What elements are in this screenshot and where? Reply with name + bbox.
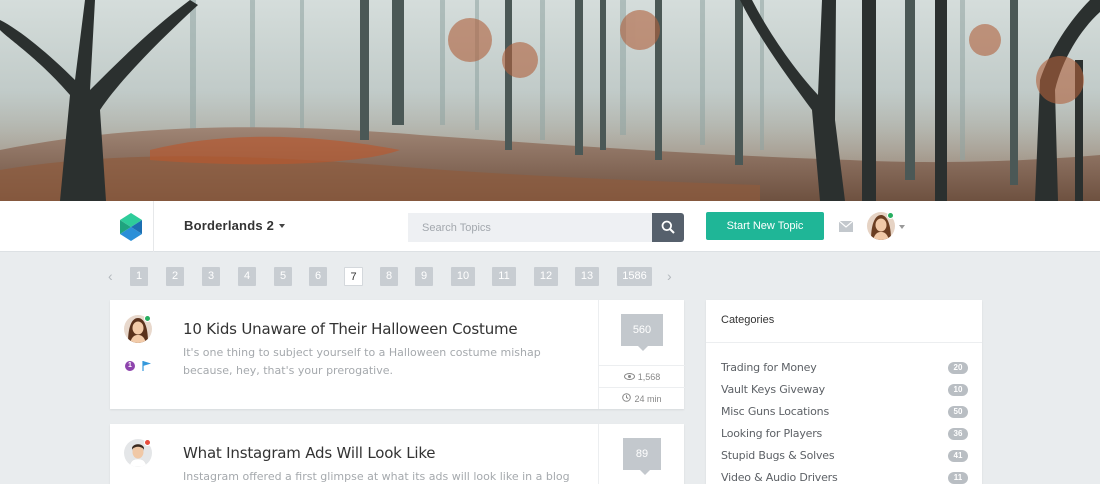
category-label: Video & Audio Drivers bbox=[721, 471, 838, 484]
page-button[interactable]: 10 bbox=[451, 267, 475, 286]
clock-icon bbox=[622, 388, 632, 410]
topic-card[interactable]: 1 10 Kids Unaware of Their Halloween Cos… bbox=[110, 300, 685, 409]
hero-banner bbox=[0, 0, 1100, 201]
category-count: 11 bbox=[948, 472, 968, 484]
next-page-icon[interactable]: › bbox=[667, 269, 672, 283]
view-count: 1,568 bbox=[599, 365, 685, 387]
category-item[interactable]: Trading for Money 20 bbox=[721, 359, 968, 377]
forum-selector[interactable]: Borderlands 2 bbox=[184, 218, 286, 233]
categories-title: Categories bbox=[721, 314, 775, 326]
category-item[interactable]: Looking for Players 36 bbox=[721, 425, 968, 443]
page-button[interactable]: 1586 bbox=[617, 267, 652, 286]
page-button[interactable]: 8 bbox=[380, 267, 398, 286]
mail-icon[interactable] bbox=[839, 221, 853, 232]
page-button[interactable]: 13 bbox=[575, 267, 599, 286]
topic-title[interactable]: What Instagram Ads Will Look Like bbox=[183, 444, 436, 462]
page-button[interactable]: 11 bbox=[492, 267, 516, 286]
page-button[interactable]: 12 bbox=[534, 267, 558, 286]
prev-page-icon[interactable]: ‹ bbox=[108, 269, 113, 283]
online-status-dot bbox=[887, 212, 894, 219]
category-item[interactable]: Video & Audio Drivers 11 bbox=[721, 469, 968, 484]
start-new-topic-button[interactable]: Start New Topic bbox=[706, 212, 824, 240]
topic-excerpt: Instagram offered a first glimpse at wha… bbox=[183, 470, 570, 483]
offline-status-dot bbox=[144, 439, 151, 446]
top-navbar: Borderlands 2 bbox=[0, 201, 1100, 252]
online-status-dot bbox=[144, 315, 151, 322]
category-label: Trading for Money bbox=[721, 361, 817, 374]
category-label: Misc Guns Locations bbox=[721, 405, 829, 418]
topic-excerpt: It's one thing to subject yourself to a … bbox=[183, 346, 541, 377]
logo-icon bbox=[120, 213, 142, 241]
topic-stats: 89 bbox=[598, 424, 684, 484]
topic-stats: 560 1,568 24 min bbox=[598, 300, 685, 409]
page-button[interactable]: 4 bbox=[238, 267, 256, 286]
chevron-down-icon bbox=[279, 223, 286, 228]
category-label: Looking for Players bbox=[721, 427, 823, 440]
page-button[interactable]: 2 bbox=[166, 267, 184, 286]
last-activity: 24 min bbox=[599, 387, 685, 409]
badge-count: 1 bbox=[125, 361, 135, 371]
site-logo[interactable] bbox=[110, 201, 154, 252]
category-count: 41 bbox=[948, 450, 968, 462]
search-icon bbox=[661, 220, 675, 234]
forest-image bbox=[0, 0, 1100, 201]
category-label: Stupid Bugs & Solves bbox=[721, 449, 835, 462]
flag-icon[interactable] bbox=[142, 361, 151, 371]
category-item[interactable]: Vault Keys Giveway 10 bbox=[721, 381, 968, 399]
category-count: 10 bbox=[948, 384, 968, 396]
category-count: 20 bbox=[948, 362, 968, 374]
page-button[interactable]: 3 bbox=[202, 267, 220, 286]
categories-panel: Categories Trading for Money 20 Vault Ke… bbox=[706, 300, 982, 484]
category-count: 50 bbox=[948, 406, 968, 418]
category-item[interactable]: Misc Guns Locations 50 bbox=[721, 403, 968, 421]
category-label: Vault Keys Giveway bbox=[721, 383, 825, 396]
page-button[interactable]: 9 bbox=[415, 267, 433, 286]
topic-card[interactable]: What Instagram Ads Will Look Like Instag… bbox=[110, 424, 684, 484]
search-input[interactable] bbox=[408, 213, 652, 242]
views-value: 1,568 bbox=[637, 372, 661, 382]
page-button[interactable]: 1 bbox=[130, 267, 148, 286]
categories-header: Categories bbox=[706, 300, 982, 343]
forum-title: Borderlands 2 bbox=[184, 218, 275, 233]
page-button[interactable]: 5 bbox=[274, 267, 292, 286]
page-button[interactable]: 6 bbox=[309, 267, 327, 286]
user-menu-chevron-icon[interactable] bbox=[899, 225, 905, 229]
category-count: 36 bbox=[948, 428, 968, 440]
topic-title[interactable]: 10 Kids Unaware of Their Halloween Costu… bbox=[183, 320, 518, 338]
eye-icon bbox=[623, 366, 635, 388]
category-item[interactable]: Stupid Bugs & Solves 41 bbox=[721, 447, 968, 465]
search-button[interactable] bbox=[652, 213, 684, 242]
reply-count: 560 bbox=[621, 314, 663, 351]
page-button-current[interactable]: 7 bbox=[344, 267, 363, 286]
time-value: 24 min bbox=[634, 394, 662, 404]
reply-count: 89 bbox=[623, 438, 661, 475]
